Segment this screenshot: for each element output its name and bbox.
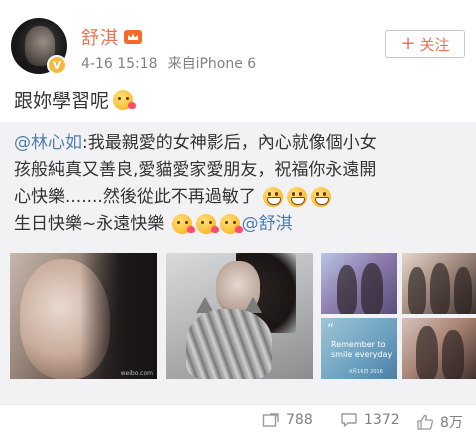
post-timestamp[interactable]: 4-16 15:18 — [81, 56, 158, 72]
cat-body — [186, 309, 272, 379]
grin-emoji-icon — [287, 187, 308, 207]
grin-emoji-icon — [263, 187, 284, 207]
post-text: 跟妳學習呢 — [14, 86, 137, 113]
like-count: 8万 — [440, 415, 463, 431]
comment-icon — [341, 413, 357, 427]
author-name[interactable]: 舒淇 — [81, 24, 119, 50]
grid-photo-1[interactable] — [321, 253, 397, 314]
photo-portrait[interactable]: weibo.com — [10, 253, 157, 379]
follow-button[interactable]: + 关注 — [385, 30, 465, 58]
like-button[interactable]: 8万 — [416, 412, 463, 432]
repost-button[interactable]: 788 — [262, 412, 313, 428]
thumbs-up-icon — [417, 414, 434, 430]
grid-figure — [430, 263, 450, 314]
grin-emoji-icon — [311, 187, 332, 207]
kiss-emoji-icon — [171, 214, 195, 234]
follow-label: 关注 — [419, 35, 450, 54]
post-header: V 舒淇 4-16 15:18 来自iPhone 6 + 关注 — [0, 0, 476, 78]
grid-figure — [416, 326, 438, 379]
grid-figure — [408, 267, 426, 314]
kiss-emoji-icon — [195, 214, 219, 234]
grid-figure — [361, 263, 383, 314]
grid-photo-3[interactable]: “ Remember to smile everyday 4月16日 2016 — [321, 318, 397, 379]
quote-mark-icon: “ — [327, 322, 334, 337]
grid-photo-quote: Remember to smile everyday — [331, 340, 393, 359]
photo-portrait-hair — [80, 253, 157, 379]
grid-figure — [442, 330, 464, 379]
mention-link[interactable]: @林心如 — [14, 133, 82, 153]
grid-figure — [337, 265, 357, 314]
kiss-emoji-icon — [219, 214, 243, 234]
repost-icon — [262, 413, 279, 427]
grid-figure — [454, 267, 472, 314]
repost-body-line1: :我最親愛的女神影后，內心就像個小女 — [82, 133, 377, 153]
post-source: 来自iPhone 6 — [167, 56, 257, 72]
grid-photo-2[interactable] — [402, 253, 476, 314]
repost-body-line4: 生日快樂~永遠快樂 — [14, 214, 165, 234]
repost-body-line3: 心快樂.......然後從此不再過敏了 — [14, 187, 256, 207]
repost-card[interactable]: @林心如:我最親愛的女神影后，內心就像個小女 孩般純真又善良,愛貓愛家愛朋友，祝… — [0, 122, 476, 404]
plus-icon: + — [400, 33, 416, 54]
repost-count: 788 — [286, 412, 313, 428]
comment-button[interactable]: 1372 — [340, 412, 400, 428]
photo-watermark: weibo.com — [120, 370, 153, 377]
post-meta: 4-16 15:18 来自iPhone 6 — [81, 53, 256, 73]
verified-badge-icon: V — [47, 55, 67, 75]
comment-count: 1372 — [364, 412, 400, 428]
repost-body-line2: 孩般純真又善良,愛貓愛家愛朋友，祝福你永遠開 — [14, 160, 377, 180]
post-text-content: 跟妳學習呢 — [14, 90, 110, 112]
grid-photo-4[interactable] — [402, 318, 476, 379]
repost-text: @林心如:我最親愛的女神影后，內心就像個小女 孩般純真又善良,愛貓愛家愛朋友，祝… — [14, 130, 466, 238]
kiss-emoji-icon — [113, 89, 137, 110]
photo-cat[interactable] — [166, 253, 313, 379]
action-bar: 788 1372 8万 — [0, 404, 476, 438]
mention-link-author[interactable]: @舒淇 — [242, 214, 293, 234]
crown-vip-icon[interactable] — [123, 28, 143, 46]
grid-photo-date: 4月16日 2016 — [349, 369, 383, 375]
photo-grid: “ Remember to smile everyday 4月16日 2016 — [321, 253, 476, 379]
